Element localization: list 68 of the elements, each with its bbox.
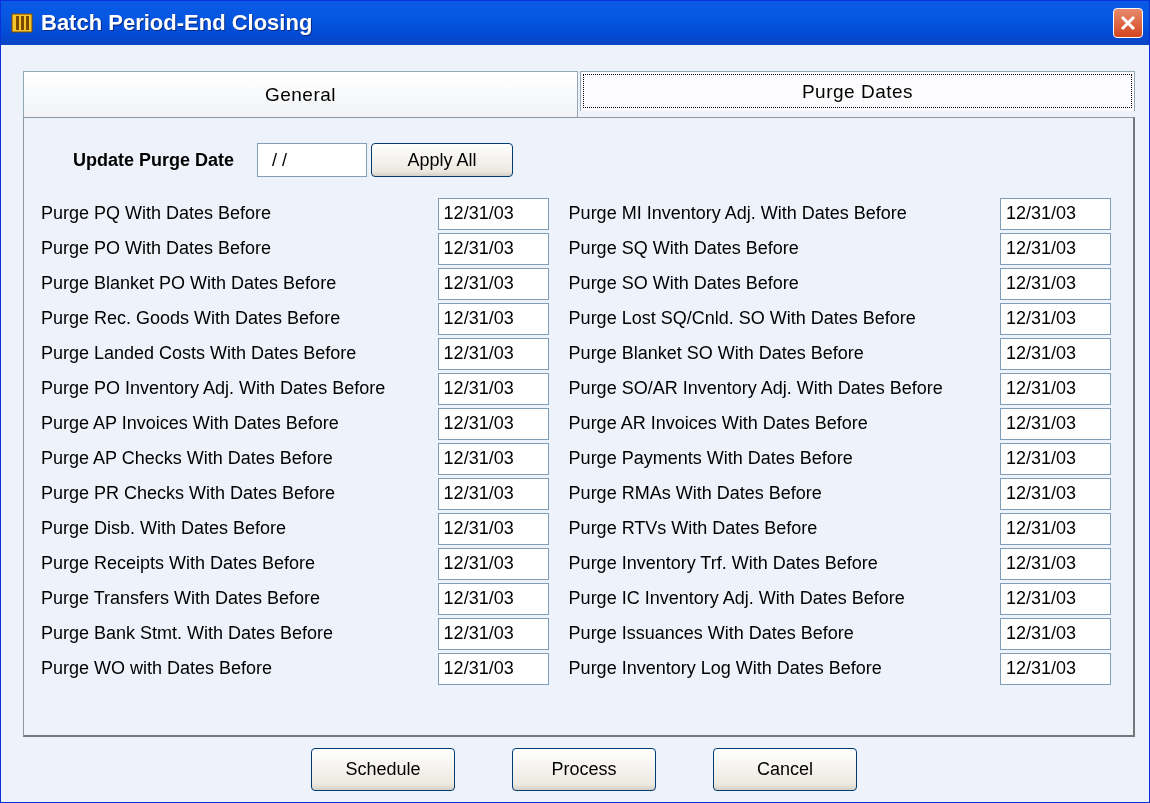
app-icon: [11, 12, 33, 34]
field-label: Purge Issuances With Dates Before: [568, 623, 854, 644]
date-field[interactable]: 12/31/03: [437, 337, 549, 370]
field-label: Purge Bank Stmt. With Dates Before: [41, 623, 334, 644]
field-label: Purge Blanket SO With Dates Before: [568, 343, 864, 364]
close-icon: [1119, 14, 1137, 32]
field-label: Purge Receipts With Dates Before: [41, 553, 316, 574]
field-label: Purge RMAs With Dates Before: [568, 483, 822, 504]
field-label: Purge MI Inventory Adj. With Dates Before: [568, 203, 907, 224]
field-label: Purge PO Inventory Adj. With Dates Before: [41, 378, 386, 399]
date-field[interactable]: 12/31/03: [437, 372, 549, 405]
field-label: Purge Blanket PO With Dates Before: [41, 273, 337, 294]
date-field[interactable]: 12/31/03: [1000, 617, 1111, 650]
date-field[interactable]: 12/31/03: [437, 232, 549, 265]
date-field[interactable]: 12/31/03: [1000, 302, 1111, 335]
date-field[interactable]: 12/31/03: [437, 547, 549, 580]
date-field[interactable]: 12/31/03: [1000, 652, 1111, 685]
field-label: Purge Rec. Goods With Dates Before: [41, 308, 341, 329]
date-field[interactable]: 12/31/03: [1000, 337, 1111, 370]
field-label: Purge IC Inventory Adj. With Dates Before: [568, 588, 905, 609]
dialog-button[interactable]: Process: [512, 748, 656, 791]
date-field[interactable]: 12/31/03: [437, 267, 549, 300]
date-field[interactable]: 12/31/03: [1000, 477, 1111, 510]
field-label: Purge Inventory Trf. With Dates Before: [568, 553, 878, 574]
field-label: Purge Disb. With Dates Before: [41, 518, 287, 539]
date-field[interactable]: 12/31/03: [437, 617, 549, 650]
date-field[interactable]: 12/31/03: [1000, 547, 1111, 580]
close-button[interactable]: [1113, 8, 1143, 38]
date-field[interactable]: 12/31/03: [437, 512, 549, 545]
field-label: Purge Transfers With Dates Before: [41, 588, 321, 609]
field-label: Purge SQ With Dates Before: [568, 238, 799, 259]
date-field[interactable]: 12/31/03: [437, 302, 549, 335]
date-field[interactable]: 12/31/03: [437, 407, 549, 440]
date-field[interactable]: 12/31/03: [1000, 512, 1111, 545]
date-field[interactable]: 12/31/03: [437, 442, 549, 475]
date-field[interactable]: 12/31/03: [1000, 267, 1111, 300]
field-label: Purge PO With Dates Before: [41, 238, 272, 259]
field-label: Purge Landed Costs With Dates Before: [41, 343, 357, 364]
date-field[interactable]: 12/31/03: [1000, 407, 1111, 440]
dialog-button[interactable]: Cancel: [713, 748, 857, 791]
field-label: Purge AP Invoices With Dates Before: [41, 413, 339, 434]
field-label: Purge PR Checks With Dates Before: [41, 483, 336, 504]
apply-all-button[interactable]: Apply All: [371, 143, 514, 177]
field-label: Purge Payments With Dates Before: [568, 448, 853, 469]
field-label: Purge SO/AR Inventory Adj. With Dates Before: [568, 378, 943, 399]
tab[interactable]: Purge Dates: [580, 71, 1135, 111]
date-field[interactable]: 12/31/03: [1000, 582, 1111, 615]
date-field[interactable]: 12/31/03: [1000, 372, 1111, 405]
field-label: Purge WO with Dates Before: [41, 658, 273, 679]
date-field[interactable]: / /: [257, 143, 368, 177]
field-label: Purge AP Checks With Dates Before: [41, 448, 333, 469]
field-label: Purge PQ With Dates Before: [41, 203, 272, 224]
field-label: Update Purge Date: [73, 149, 235, 171]
tab[interactable]: General: [23, 71, 578, 118]
date-field[interactable]: 12/31/03: [1000, 442, 1111, 475]
field-label: Purge Lost SQ/Cnld. SO With Dates Before: [568, 308, 916, 329]
date-field[interactable]: 12/31/03: [437, 582, 549, 615]
date-field[interactable]: 12/31/03: [1000, 197, 1111, 230]
field-label: Purge RTVs With Dates Before: [568, 518, 818, 539]
field-label: Purge AR Invoices With Dates Before: [568, 413, 868, 434]
window-title: Batch Period-End Closing: [41, 10, 314, 36]
field-label: Purge Inventory Log With Dates Before: [568, 658, 882, 679]
date-field[interactable]: 12/31/03: [437, 652, 549, 685]
date-field[interactable]: 12/31/03: [1000, 232, 1111, 265]
date-field[interactable]: 12/31/03: [437, 197, 549, 230]
field-label: Purge SO With Dates Before: [568, 273, 799, 294]
date-field[interactable]: 12/31/03: [437, 477, 549, 510]
dialog-button[interactable]: Schedule: [311, 748, 455, 791]
